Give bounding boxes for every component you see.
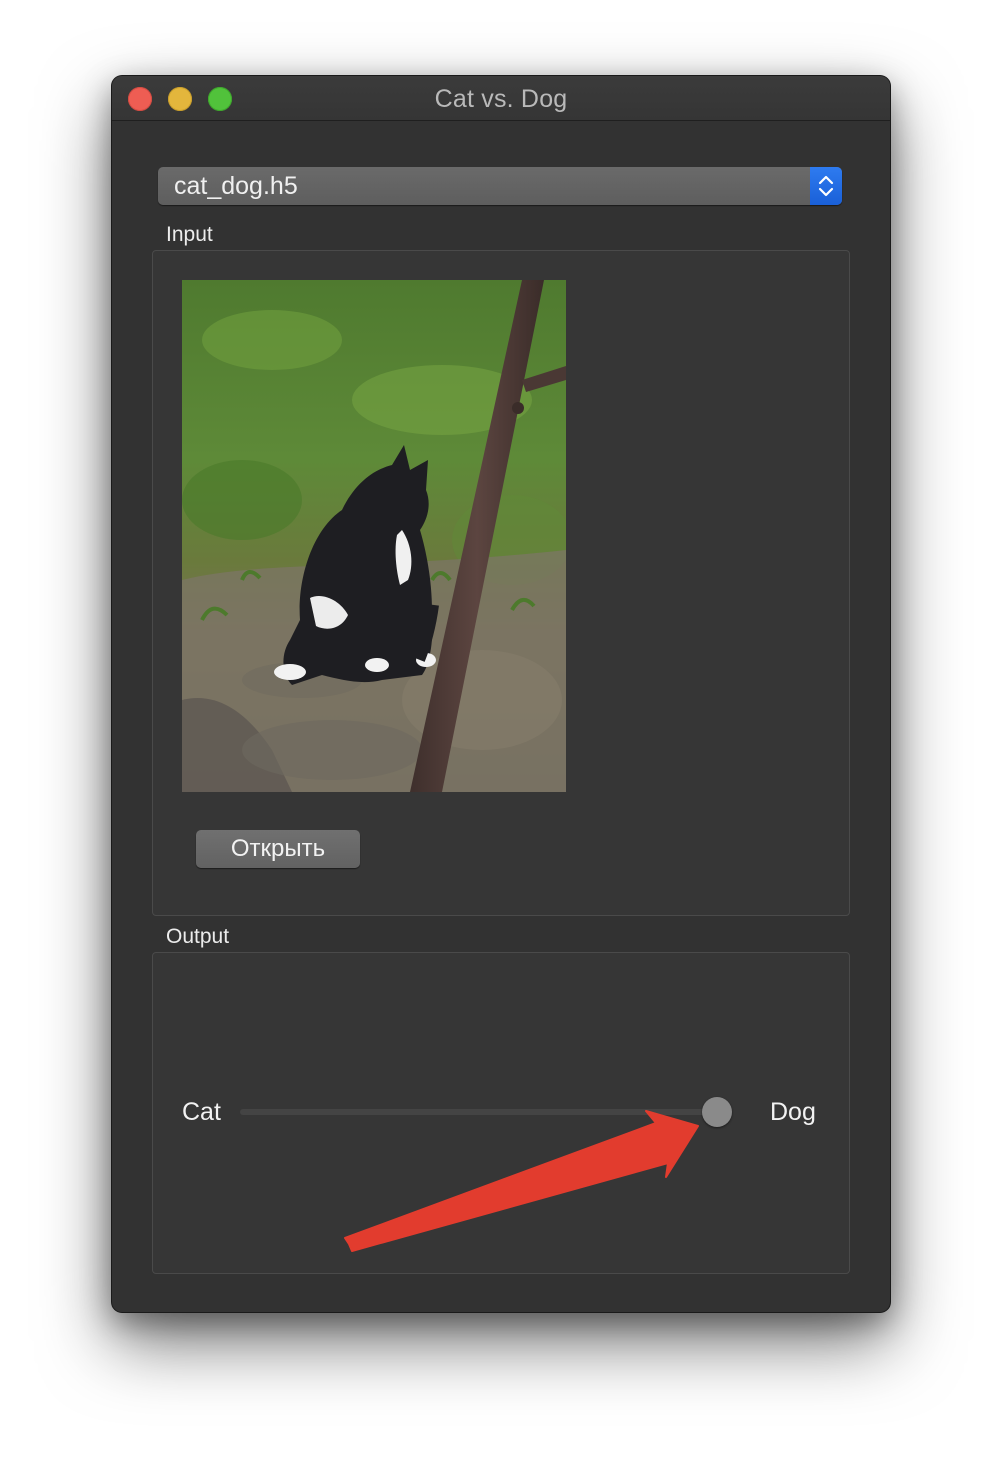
window-title: Cat vs. Dog — [434, 85, 568, 113]
input-section-label: Input — [166, 223, 213, 246]
cat-dog-slider-track[interactable] — [240, 1109, 732, 1115]
up-down-chevrons-icon-graphic — [818, 175, 834, 197]
slider-right-label: Dog — [770, 1098, 816, 1126]
slider-left-label: Cat — [182, 1098, 221, 1126]
input-image-graphic — [182, 280, 566, 792]
model-select[interactable]: cat_dog.h5 — [158, 167, 842, 205]
title-bar[interactable]: Cat vs. Dog — [112, 76, 890, 121]
up-down-chevrons-icon[interactable] — [810, 167, 842, 205]
app-window: Cat vs. Dog cat_dog.h5 Input Открыть Out… — [112, 76, 890, 1312]
input-image — [182, 280, 566, 792]
output-section-label: Output — [166, 925, 230, 948]
open-button[interactable]: Открыть — [196, 830, 360, 868]
model-select-value: cat_dog.h5 — [174, 172, 298, 200]
